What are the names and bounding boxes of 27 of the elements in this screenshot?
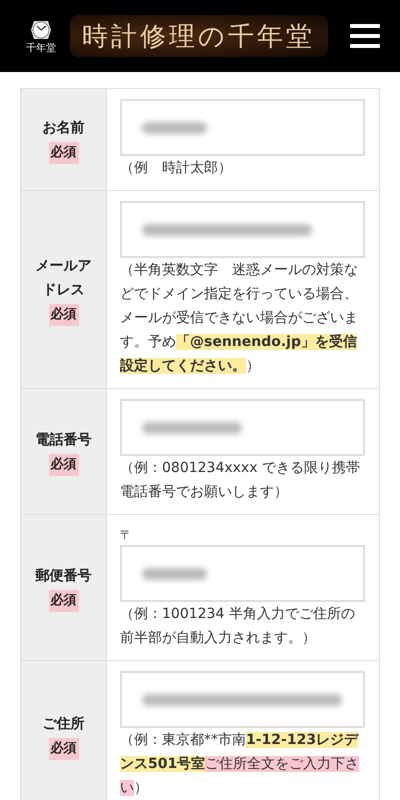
required-tag: 必須 [48, 454, 78, 476]
field-hint: （例：1001234 半角入力でご住所の前半部が自動入力されます。） [120, 605, 356, 648]
postal-mark: 〒 [120, 527, 132, 544]
input-field[interactable] [120, 201, 365, 258]
input-field[interactable] [120, 671, 365, 728]
blurred-value [142, 568, 207, 580]
field-hint: （例：東京都**市南1-12-123レジデンス501号室ご住所全文をご入力下さい） [120, 731, 360, 798]
menu-icon[interactable] [350, 24, 380, 48]
title-banner[interactable]: 時計修理の千年堂 [70, 15, 328, 57]
input-field[interactable] [120, 99, 365, 156]
input-field[interactable] [120, 545, 365, 602]
field-hint: （半角英数文字 迷惑メールの対策などでドメイン指定を行っている場合、メールが受信できない場合がございます。予め「@sennendo.jp」を受信設定してください。） [120, 261, 359, 376]
field-label: メールアドレス [35, 256, 92, 300]
logo-text: 千年堂 [26, 43, 56, 55]
field-label: 電話番号 [36, 430, 92, 450]
required-tag: 必須 [48, 738, 78, 760]
field-label: 郵便番号 [36, 566, 92, 586]
required-tag: 必須 [48, 304, 78, 326]
field-hint: （例：0801234xxxx できる限り携帯電話番号でお願いします） [120, 459, 361, 502]
required-tag: 必須 [48, 590, 78, 612]
field-label: お名前 [42, 118, 84, 138]
input-field[interactable] [120, 399, 365, 456]
blurred-value [142, 122, 207, 134]
site-title: 時計修理の千年堂 [82, 20, 315, 54]
field-label: ご住所 [42, 714, 84, 734]
required-tag: 必須 [48, 142, 78, 164]
field-hint: （例 時計太郎） [120, 159, 233, 178]
